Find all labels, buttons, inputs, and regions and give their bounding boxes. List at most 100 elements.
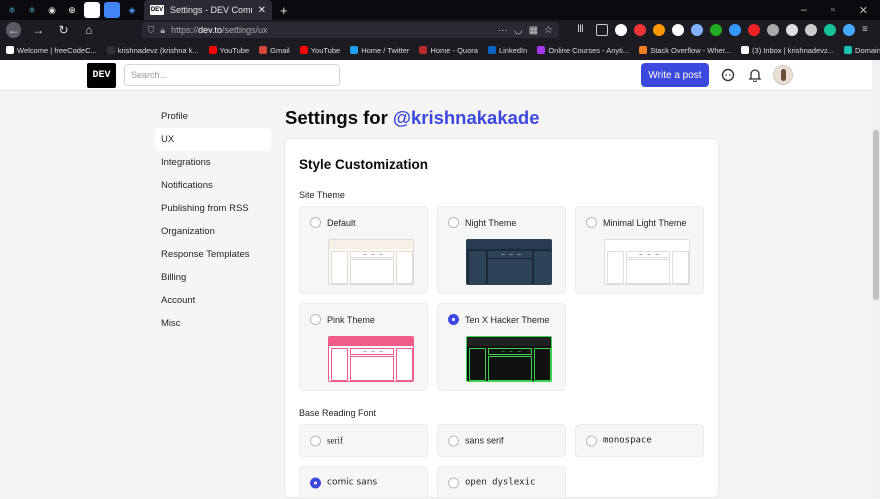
preview-column <box>396 348 413 381</box>
theme-radio[interactable] <box>586 217 597 228</box>
page-scrollbar[interactable] <box>872 60 880 497</box>
bookmark-star-icon[interactable]: ☆ <box>544 25 553 36</box>
bookmark-item[interactable]: Home - Quora <box>419 46 478 55</box>
sidebar-item-response-templates[interactable]: Response Templates <box>155 243 271 266</box>
menu-icon[interactable]: ≡ <box>862 24 874 36</box>
bookmark-item[interactable]: Welcome | freeCodeC... <box>6 46 97 55</box>
forward-icon[interactable]: → <box>29 22 46 38</box>
sidebar-item-account[interactable]: Account <box>155 289 271 312</box>
maximize-icon[interactable]: ▫ <box>831 4 835 17</box>
bookmark-item[interactable]: Domain management ... <box>844 46 880 55</box>
font-option-open-dyslexic[interactable]: open dyslexic <box>437 466 566 499</box>
theme-option-ten-x-hacker-theme[interactable]: Ten X Hacker Theme ~ ~ ~ <box>437 303 566 391</box>
dev-logo[interactable]: DEV <box>87 63 116 88</box>
settings-sidebar: Profile UX Integrations Notifications Publis… <box>155 105 271 335</box>
new-tab-icon[interactable]: + <box>280 3 288 18</box>
card-title: Style Customization <box>299 157 429 172</box>
bookmark-item[interactable]: krishnadevz (krishna k... <box>106 45 199 55</box>
pinned-tab-react-icon-2[interactable]: ⚛ <box>24 2 40 18</box>
sidebar-item-organization[interactable]: Organization <box>155 220 271 243</box>
pinned-tab-docs-icon[interactable] <box>104 2 120 18</box>
font-option-serif[interactable]: serif <box>299 424 428 457</box>
more-actions-icon[interactable]: ··· <box>498 25 508 36</box>
sidebar-item-publishing-from-rss[interactable]: Publishing from RSS <box>155 197 271 220</box>
font-label: open dyslexic <box>465 477 536 488</box>
bookmark-favicon-icon <box>741 46 750 54</box>
scrollbar-thumb[interactable] <box>873 130 879 300</box>
font-radio[interactable] <box>448 477 459 488</box>
theme-radio[interactable] <box>310 217 321 228</box>
url-bar[interactable]: ⛉ 🔒︎ https://dev.to/settings/ux ··· ◡ ▦ … <box>141 22 559 38</box>
back-icon[interactable]: ← <box>6 22 22 38</box>
bookmark-item[interactable]: YouTube <box>208 46 249 55</box>
theme-option-default[interactable]: Default ~ ~ ~ <box>299 206 428 294</box>
search-input[interactable]: Search... <box>124 64 340 86</box>
font-radio[interactable] <box>310 477 321 488</box>
theme-radio[interactable] <box>310 314 321 325</box>
reload-icon[interactable]: ↻ <box>55 22 72 38</box>
bookmark-favicon-icon <box>208 46 217 54</box>
home-icon[interactable]: ⌂ <box>80 22 97 38</box>
pinned-tab-media-icon[interactable]: ◉ <box>44 2 60 18</box>
font-radio[interactable] <box>448 435 459 446</box>
tab-settings-dev[interactable]: DEV Settings - DEV Community ✕ <box>144 0 272 20</box>
sidebar-item-notifications[interactable]: Notifications <box>155 174 271 197</box>
bird-extension-icon[interactable] <box>671 24 684 36</box>
sidebar-item-billing[interactable]: Billing <box>155 266 271 289</box>
extension-icon-5[interactable] <box>747 24 760 36</box>
pinned-tab-layers-icon[interactable]: ◈ <box>124 2 140 18</box>
library-icon[interactable]: Ⅲ <box>577 24 589 36</box>
bookmark-item[interactable]: (3) Inbox | krishnadevz... <box>741 46 834 55</box>
font-option-sans-serif[interactable]: sans serif <box>437 424 566 457</box>
sidebar-icon[interactable] <box>595 24 608 36</box>
theme-radio[interactable] <box>448 314 459 325</box>
bookmark-item[interactable]: LinkedIn <box>487 46 527 55</box>
theme-option-night-theme[interactable]: Night Theme ~ ~ ~ <box>437 206 566 294</box>
sidebar-item-misc[interactable]: Misc <box>155 312 271 335</box>
font-option-comic-sans[interactable]: comic sans <box>299 466 428 499</box>
sidebar-item-ux[interactable]: UX <box>155 128 271 151</box>
extension-icon-2[interactable] <box>690 24 703 36</box>
extension-icon-8[interactable] <box>804 24 817 36</box>
write-post-button[interactable]: Write a post <box>641 63 709 87</box>
adblock-extension-icon[interactable] <box>633 24 646 36</box>
theme-option-pink-theme[interactable]: Pink Theme ~ ~ ~ <box>299 303 428 391</box>
extension-icon[interactable] <box>652 24 665 36</box>
grammarly-icon[interactable] <box>823 24 836 36</box>
minimize-icon[interactable]: – <box>801 4 807 17</box>
sidebar-item-profile[interactable]: Profile <box>155 105 271 128</box>
flag-icon[interactable]: ▦ <box>529 25 538 36</box>
close-tab-icon[interactable]: ✕ <box>258 5 266 16</box>
extension-icon-9[interactable] <box>842 24 855 36</box>
pocket-icon[interactable]: ◡ <box>514 25 523 36</box>
chat-icon[interactable] <box>720 67 736 83</box>
sidebar-item-integrations[interactable]: Integrations <box>155 151 271 174</box>
extension-icon-7[interactable] <box>785 24 798 36</box>
bookmark-item[interactable]: Stack Overflow - Wher... <box>639 46 731 55</box>
font-radio[interactable] <box>310 435 321 446</box>
theme-radio[interactable] <box>448 217 459 228</box>
tab-title: Settings - DEV Community <box>170 5 252 15</box>
pinned-tab-board-icon[interactable] <box>84 2 100 18</box>
extension-icon-6[interactable] <box>766 24 779 36</box>
shield-icon[interactable]: ⛉ <box>148 25 155 36</box>
pinned-tab-react-icon[interactable]: ⚛ <box>4 2 20 18</box>
pinned-tab-circle-icon[interactable]: ⊕ <box>64 2 80 18</box>
bell-icon[interactable] <box>747 67 763 83</box>
avatar[interactable] <box>773 65 793 85</box>
theme-option-minimal-light-theme[interactable]: Minimal Light Theme ~ ~ ~ <box>575 206 704 294</box>
bookmark-item[interactable]: Online Courses - Anyti... <box>537 46 629 55</box>
bookmark-item[interactable]: Home / Twitter <box>350 46 409 55</box>
font-option-monospace[interactable]: monospace <box>575 424 704 457</box>
font-radio[interactable] <box>586 435 597 446</box>
preview-header <box>467 337 551 346</box>
close-window-icon[interactable]: ✕ <box>859 4 868 17</box>
bookmark-label: krishnadevz (krishna k... <box>117 45 199 55</box>
extension-icon-3[interactable] <box>709 24 722 36</box>
extension-icon-4[interactable] <box>728 24 741 36</box>
bookmark-item[interactable]: Gmail <box>259 46 290 55</box>
bookmark-item[interactable]: YouTube <box>299 46 340 55</box>
lock-icon[interactable]: 🔒︎ <box>160 25 165 36</box>
clock-extension-icon[interactable] <box>614 24 627 36</box>
preview-center <box>350 259 394 284</box>
